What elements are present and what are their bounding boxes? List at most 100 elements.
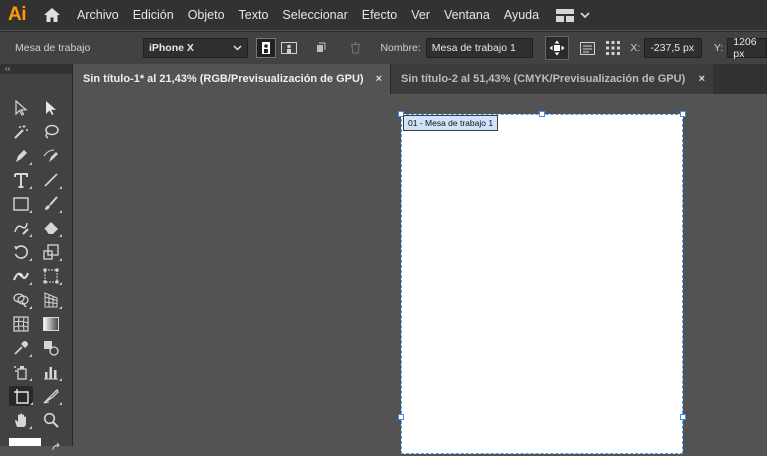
perspective-grid-tool[interactable]	[40, 290, 62, 310]
line-icon	[44, 173, 58, 187]
rotate-tool[interactable]	[10, 242, 32, 262]
artboard-name-field[interactable]: Mesa de trabajo 1	[425, 38, 533, 58]
new-artboard-button[interactable]	[311, 38, 331, 58]
paintbrush-icon	[45, 196, 58, 210]
menu-edicion[interactable]: Edición	[126, 0, 181, 30]
free-transform-tool[interactable]	[40, 266, 62, 286]
y-field[interactable]: 1206 px	[727, 36, 767, 60]
name-label: Nombre:	[380, 42, 421, 54]
eraser-icon	[43, 222, 58, 234]
menu-archivo[interactable]: Archivo	[70, 0, 126, 30]
rectangle-tool[interactable]	[10, 194, 32, 214]
new-artboard-icon	[316, 42, 326, 52]
perspective-grid-icon	[44, 292, 58, 308]
artboard-preset-value: iPhone X	[148, 42, 194, 54]
mesh-icon	[13, 316, 29, 332]
shaper-icon	[14, 222, 29, 235]
fill-swatch[interactable]	[9, 438, 41, 446]
resize-handle-top-right[interactable]	[680, 111, 686, 117]
eyedropper-icon	[14, 341, 28, 355]
curvature-icon	[43, 149, 58, 162]
lasso-icon	[45, 124, 59, 139]
move-artwork-icon	[549, 40, 565, 56]
close-icon[interactable]: ×	[699, 73, 705, 85]
zoom-tool[interactable]	[40, 410, 62, 430]
symbol-sprayer-icon	[14, 366, 27, 380]
tab-document-2[interactable]: Sin título-2 al 51,43% (CMYK/Previsualiz…	[390, 64, 713, 94]
tab-document-1[interactable]: Sin título-1* al 21,43% (RGB/Previsualiz…	[73, 64, 390, 94]
artboard-options-icon	[580, 41, 596, 55]
free-transform-icon	[43, 268, 59, 284]
menu-ver[interactable]: Ver	[404, 0, 437, 30]
chevron-down-icon	[233, 45, 242, 51]
chevron-down-icon	[580, 11, 590, 18]
delete-artboard-button[interactable]	[346, 38, 366, 58]
curvature-tool[interactable]	[40, 146, 62, 166]
line-segment-tool[interactable]	[40, 170, 62, 190]
resize-handle-right[interactable]	[680, 414, 686, 420]
workspace-switcher[interactable]	[556, 8, 590, 22]
column-graph-tool[interactable]	[40, 362, 62, 382]
magic-wand-icon	[14, 125, 28, 139]
eraser-tool[interactable]	[40, 218, 62, 238]
resize-handle-left[interactable]	[398, 414, 404, 420]
portrait-orientation-button[interactable]	[256, 38, 276, 58]
gradient-tool[interactable]	[40, 314, 62, 334]
scale-tool[interactable]	[40, 242, 62, 262]
portrait-icon	[262, 42, 271, 54]
magic-wand-tool[interactable]	[10, 122, 32, 142]
tab-document-1-label: Sin título-1* al 21,43% (RGB/Previsualiz…	[83, 73, 364, 85]
selection-tool[interactable]	[10, 98, 32, 118]
menu-seleccionar[interactable]: Seleccionar	[275, 0, 354, 30]
menu-efecto[interactable]: Efecto	[355, 0, 404, 30]
width-icon	[13, 272, 29, 281]
close-icon[interactable]: ×	[376, 73, 382, 85]
tab-document-2-label: Sin título-2 al 51,43% (CMYK/Previsualiz…	[401, 73, 686, 85]
trash-icon	[351, 42, 361, 54]
blend-icon	[44, 341, 59, 356]
control-bar: Mesa de trabajo iPhone X Nombre: Mesa de…	[0, 31, 767, 65]
artboard-options-button[interactable]	[579, 38, 597, 58]
lasso-tool[interactable]	[40, 122, 62, 142]
paintbrush-tool[interactable]	[40, 194, 62, 214]
gradient-icon	[43, 317, 59, 331]
mesh-tool[interactable]	[10, 314, 32, 334]
slice-knife-icon	[43, 388, 59, 404]
artboard-tool[interactable]	[9, 386, 33, 406]
document-canvas[interactable]: 01 - Mesa de trabajo 1	[73, 94, 767, 454]
scale-icon	[43, 244, 59, 260]
shaper-tool[interactable]	[10, 218, 32, 238]
tools-panel: ‹‹	[0, 64, 73, 451]
slice-tool[interactable]	[40, 386, 62, 406]
reference-point-button[interactable]	[605, 38, 623, 58]
swap-colors-icon[interactable]	[52, 438, 62, 451]
selection-type-label: Mesa de trabajo	[15, 42, 91, 54]
artboard-preset-select[interactable]: iPhone X	[142, 38, 249, 58]
y-label: Y:	[713, 42, 724, 54]
type-tool[interactable]	[10, 170, 32, 190]
resize-handle-top[interactable]	[539, 111, 545, 117]
symbol-sprayer-tool[interactable]	[10, 362, 32, 382]
blend-tool[interactable]	[40, 338, 62, 358]
reference-point-icon	[606, 41, 621, 55]
menu-texto[interactable]: Texto	[232, 0, 276, 30]
column-graph-icon	[44, 367, 58, 380]
landscape-orientation-button[interactable]	[279, 38, 299, 58]
home-icon[interactable]	[34, 0, 70, 30]
hand-tool[interactable]	[10, 410, 32, 430]
type-icon	[14, 172, 28, 188]
direct-selection-icon	[46, 101, 56, 115]
direct-selection-tool[interactable]	[40, 98, 62, 118]
magnifier-icon	[43, 412, 59, 428]
shape-builder-tool[interactable]	[10, 290, 32, 310]
document-tabs: Sin título-1* al 21,43% (RGB/Previsualiz…	[73, 64, 767, 94]
eyedropper-tool[interactable]	[10, 338, 32, 358]
x-field[interactable]: -237,5 px	[644, 38, 702, 58]
menu-objeto[interactable]: Objeto	[181, 0, 232, 30]
menu-ventana[interactable]: Ventana	[437, 0, 497, 30]
width-tool[interactable]	[10, 266, 32, 286]
toolbar-collapse[interactable]: ‹‹	[0, 64, 72, 74]
menu-ayuda[interactable]: Ayuda	[497, 0, 546, 30]
move-artwork-button[interactable]	[544, 36, 569, 60]
pen-tool[interactable]	[10, 146, 32, 166]
